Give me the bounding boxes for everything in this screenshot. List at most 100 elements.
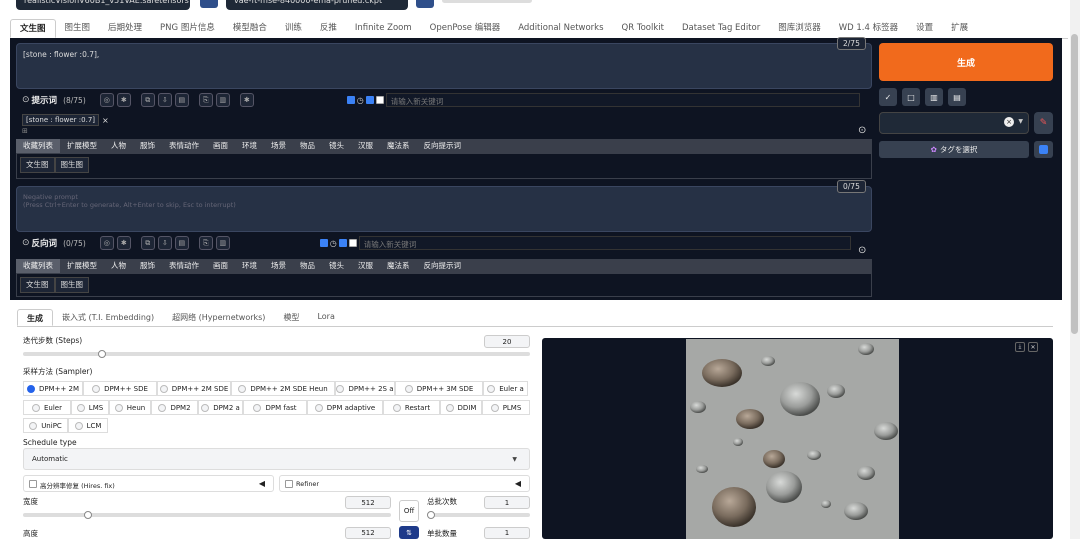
- category-tab[interactable]: 场景: [264, 259, 293, 273]
- sampler-option[interactable]: UniPC: [23, 418, 68, 433]
- keyword-checkbox-2[interactable]: [365, 96, 374, 104]
- category-tab[interactable]: 画面: [206, 259, 235, 273]
- sampler-option[interactable]: DPM2 a: [198, 400, 243, 415]
- settings-tab[interactable]: 模型: [274, 309, 308, 326]
- sub-tab[interactable]: 图生图: [54, 157, 89, 173]
- neg-keyword-checkbox-3[interactable]: [348, 239, 357, 247]
- width-slider[interactable]: [23, 511, 391, 519]
- sampler-option[interactable]: LMS: [71, 400, 109, 415]
- prompt-textarea[interactable]: [stone : flower :0.7],: [16, 43, 872, 89]
- tab-0[interactable]: 文生图: [10, 19, 56, 38]
- keyword-checkbox-1[interactable]: [346, 96, 355, 104]
- paste-icon[interactable]: ⎘: [198, 93, 213, 107]
- close-icon[interactable]: ✕: [1028, 342, 1038, 352]
- category-tab[interactable]: 扩展模型: [60, 139, 104, 153]
- tab-10[interactable]: QR Toolkit: [613, 19, 673, 38]
- category-tab[interactable]: 镜头: [322, 259, 351, 273]
- sampler-option[interactable]: DPM++ 2M SDE: [157, 381, 231, 396]
- category-tab[interactable]: 反向提示词: [417, 259, 469, 273]
- tab-1[interactable]: 图生图: [56, 19, 100, 38]
- tab-3[interactable]: PNG 图片信息: [151, 19, 224, 38]
- download-icon[interactable]: ⤓: [1015, 342, 1025, 352]
- neg-history-icon[interactable]: ▤: [174, 236, 189, 250]
- copy-icon[interactable]: ⧉: [140, 93, 155, 107]
- refiner-checkbox[interactable]: [285, 480, 293, 488]
- collapse-icon[interactable]: ⊙: [22, 95, 30, 105]
- prompt-keyword-input[interactable]: 请输入新关键词: [385, 93, 860, 107]
- hires-checkbox[interactable]: [29, 480, 37, 488]
- prompt-chip[interactable]: [stone : flower :0.7] ×: [22, 114, 109, 126]
- gear-icon[interactable]: ✱: [116, 93, 131, 107]
- neg-expand-icon[interactable]: ⊙: [858, 245, 866, 256]
- sampler-option[interactable]: DPM++ 2M SDE Heun: [231, 381, 335, 396]
- category-tab[interactable]: 扩展模型: [60, 259, 104, 273]
- styles-dropdown[interactable]: × ▼: [879, 112, 1029, 134]
- sub-tab[interactable]: 文生图: [20, 277, 55, 293]
- category-tab[interactable]: 汉服: [351, 259, 380, 273]
- settings-tab[interactable]: 生成: [17, 309, 53, 326]
- neg-gear-icon[interactable]: ✱: [116, 236, 131, 250]
- sampler-option[interactable]: DPM adaptive: [307, 400, 383, 415]
- category-tab[interactable]: 收藏列表: [16, 139, 60, 153]
- category-tab[interactable]: 物品: [293, 139, 322, 153]
- category-tab[interactable]: 魔法系: [380, 259, 417, 273]
- trash-icon[interactable]: ▥: [215, 93, 230, 107]
- steps-slider[interactable]: [23, 350, 530, 358]
- batch-count-knob[interactable]: [427, 511, 435, 519]
- schedule-select[interactable]: Automatic ▼: [23, 448, 530, 470]
- extra-networks-button[interactable]: ▤: [948, 88, 966, 106]
- category-tab[interactable]: 环境: [235, 139, 264, 153]
- apply-style-button[interactable]: ✓: [879, 88, 897, 106]
- steps-slider-knob[interactable]: [97, 350, 106, 358]
- category-tab[interactable]: 收藏列表: [16, 259, 60, 273]
- neg-globe-icon[interactable]: ◎: [99, 236, 114, 250]
- tab-6[interactable]: 反推: [311, 19, 346, 38]
- category-tab[interactable]: 镜头: [322, 139, 351, 153]
- sub-tab[interactable]: 文生图: [20, 157, 55, 173]
- neg-copy-icon[interactable]: ⧉: [140, 236, 155, 250]
- sampler-option[interactable]: DPM2: [151, 400, 198, 415]
- sampler-option[interactable]: DPM++ 2S a: [335, 381, 395, 396]
- settings-tab[interactable]: 超网络 (Hypernetworks): [163, 309, 274, 326]
- refresh-vae-button[interactable]: [416, 0, 434, 8]
- vae-select[interactable]: vae-ft-mse-840000-ema-pruned.ckpt: [226, 0, 408, 10]
- drag-handle-icon[interactable]: ⊞: [22, 127, 28, 135]
- category-tab[interactable]: 服饰: [133, 259, 162, 273]
- category-tab[interactable]: 环境: [235, 259, 264, 273]
- settings-icon[interactable]: ✱: [239, 93, 254, 107]
- tab-13[interactable]: WD 1.4 标签器: [830, 19, 907, 38]
- category-tab[interactable]: 反向提示词: [417, 139, 469, 153]
- sampler-option[interactable]: DDIM: [440, 400, 482, 415]
- neg-trash-icon[interactable]: ▥: [215, 236, 230, 250]
- generate-button[interactable]: 生成: [879, 43, 1053, 81]
- swap-dimensions-button[interactable]: ⇅: [399, 526, 419, 539]
- tab-7[interactable]: Infinite Zoom: [346, 19, 421, 38]
- tag-select-button[interactable]: ✿ タグを選択: [879, 141, 1029, 158]
- chip-close-icon[interactable]: ×: [102, 116, 109, 125]
- category-tab[interactable]: 场景: [264, 139, 293, 153]
- sampler-option[interactable]: DPM fast: [243, 400, 307, 415]
- tab-8[interactable]: OpenPose 编辑器: [421, 19, 510, 38]
- category-tab[interactable]: 魔法系: [380, 139, 417, 153]
- globe-icon[interactable]: ◎: [99, 93, 114, 107]
- import-icon[interactable]: ⇩: [157, 93, 172, 107]
- category-tab[interactable]: 表情动作: [162, 259, 206, 273]
- sampler-option[interactable]: Heun: [109, 400, 151, 415]
- sampler-option[interactable]: Euler a: [483, 381, 528, 396]
- steps-input[interactable]: 20: [484, 335, 530, 348]
- tab-2[interactable]: 后期处理: [99, 19, 151, 38]
- refiner-accordion[interactable]: Refiner ◀: [279, 475, 530, 492]
- settings-tab[interactable]: Lora: [308, 309, 343, 326]
- tab-5[interactable]: 训练: [276, 19, 311, 38]
- category-tab[interactable]: 人物: [104, 139, 133, 153]
- clip-skip-slider[interactable]: [442, 0, 532, 3]
- generated-image[interactable]: [686, 339, 899, 539]
- tab-14[interactable]: 设置: [907, 19, 942, 38]
- sampler-option[interactable]: DPM++ SDE: [83, 381, 157, 396]
- tab-11[interactable]: Dataset Tag Editor: [673, 19, 769, 38]
- collapse-neg-icon[interactable]: ⊙: [22, 238, 30, 248]
- tab-15[interactable]: 扩展: [942, 19, 977, 38]
- sub-tab[interactable]: 图生图: [54, 277, 89, 293]
- keyword-checkbox-3[interactable]: [375, 96, 384, 104]
- sampler-option[interactable]: Restart: [383, 400, 440, 415]
